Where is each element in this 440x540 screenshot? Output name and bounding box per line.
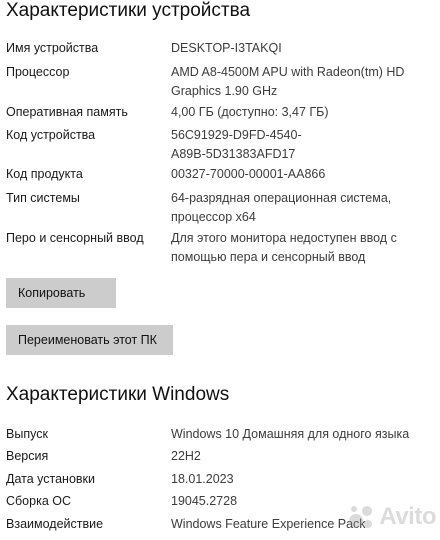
spec-value: AMD A8-4500M APU with Radeon(tm) HD Grap… (171, 65, 405, 98)
spec-label: Оперативная память (6, 105, 128, 119)
spec-value: 00327-70000-00001-AA866 (171, 167, 326, 181)
watermark-text: Avito (379, 503, 436, 530)
spec-value: 4,00 ГБ (доступно: 3,47 ГБ) (171, 105, 329, 119)
windows-specs-heading: Характеристики Windows (6, 384, 230, 405)
device-specs-heading: Характеристики устройства (6, 0, 251, 21)
spec-label: Тип системы (6, 191, 80, 205)
spec-value: 64-разрядная операционная система, проце… (171, 191, 392, 224)
spec-label: Выпуск (6, 427, 48, 441)
spec-label: Имя устройства (6, 41, 99, 55)
spec-label: Код устройства (6, 128, 96, 142)
spec-value: 22H2 (171, 449, 201, 463)
spec-label: Код продукта (6, 167, 83, 181)
avito-watermark: Avito (346, 502, 436, 532)
spec-label: Версия (6, 449, 49, 463)
rename-pc-button[interactable]: Переименовать этот ПК (6, 325, 173, 355)
spec-label: Взаимодействие (6, 517, 104, 531)
copy-button[interactable]: Копировать (6, 278, 116, 308)
spec-value: Windows 10 Домашняя для одного языка (171, 427, 410, 441)
spec-value: Для этого монитора недоступен ввод с пом… (171, 231, 397, 264)
spec-value: 56C91929-D9FD-4540-A89B-5D31383AFD17 (171, 128, 302, 161)
spec-value: DESKTOP-I3TAKQI (171, 41, 282, 55)
spec-value: 18.01.2023 (171, 472, 234, 486)
avito-logo-icon (349, 506, 373, 528)
spec-label: Дата установки (6, 472, 95, 486)
spec-label: Процессор (6, 65, 70, 79)
spec-label: Сборка ОС (6, 494, 72, 508)
spec-label: Перо и сенсорный ввод (6, 231, 144, 245)
